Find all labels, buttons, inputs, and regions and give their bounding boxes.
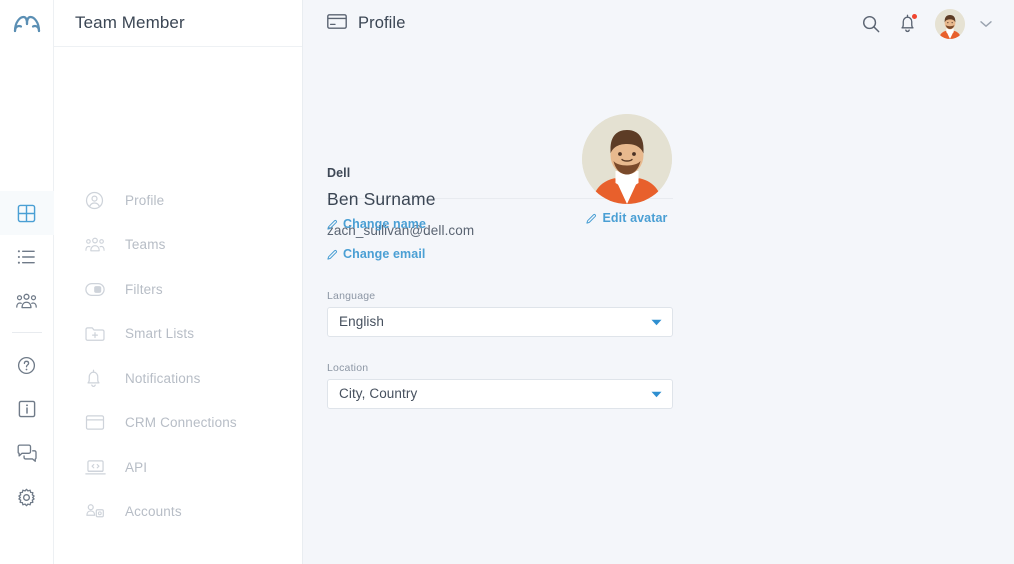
organization-name: Dell bbox=[327, 166, 351, 180]
rail-item-settings[interactable] bbox=[0, 475, 54, 519]
page-title-label: Profile bbox=[358, 14, 406, 32]
location-field: Location City, Country bbox=[327, 362, 673, 409]
sidebar-item-teams[interactable]: Teams bbox=[54, 232, 302, 258]
change-name-link[interactable]: Change name bbox=[327, 217, 426, 231]
browser-window-icon bbox=[85, 414, 109, 431]
language-field: Language English bbox=[327, 290, 673, 337]
user-avatar-large-icon bbox=[582, 114, 672, 204]
sidebar-item-api[interactable]: API bbox=[54, 454, 302, 480]
identity-section: Dell Ben Surname Change name Edit avatar bbox=[327, 68, 673, 231]
sidebar-item-filters[interactable]: Filters bbox=[54, 276, 302, 302]
app-logo-icon bbox=[13, 15, 40, 32]
app-window: Team Member Profile Teams Filters Smart … bbox=[0, 0, 1014, 564]
edit-avatar-label: Edit avatar bbox=[602, 211, 668, 225]
location-label: Location bbox=[327, 361, 369, 374]
sidebar-item-profile[interactable]: Profile bbox=[54, 187, 302, 213]
chevron-down-icon bbox=[980, 20, 992, 27]
laptop-code-icon bbox=[85, 459, 109, 476]
people-icon bbox=[85, 237, 109, 253]
topbar-actions bbox=[862, 8, 992, 39]
page-title: Profile bbox=[327, 13, 406, 34]
notification-badge-dot bbox=[912, 14, 917, 19]
sidebar-item-label: API bbox=[125, 459, 148, 475]
avatar-large-section: Edit avatar bbox=[582, 114, 672, 229]
folder-plus-icon bbox=[85, 325, 109, 342]
toggle-icon bbox=[85, 282, 109, 296]
sidebar-item-label: CRM Connections bbox=[125, 415, 237, 430]
rail-item-info[interactable] bbox=[0, 387, 54, 431]
user-avatar-large[interactable] bbox=[582, 114, 672, 204]
pencil-icon bbox=[327, 219, 338, 230]
user-full-name: Ben Surname bbox=[327, 189, 436, 209]
user-circle-icon bbox=[85, 191, 109, 210]
rail-item-teams[interactable] bbox=[0, 279, 54, 323]
sidebar-item-accounts[interactable]: Accounts bbox=[54, 499, 302, 525]
topbar: Profile bbox=[303, 0, 1014, 47]
avatar[interactable] bbox=[935, 8, 965, 39]
gear-icon bbox=[18, 488, 35, 506]
list-icon bbox=[17, 250, 35, 264]
accounts-icon bbox=[85, 503, 109, 520]
account-menu-button[interactable] bbox=[980, 20, 992, 28]
sidebar-item-label: Filters bbox=[125, 281, 163, 297]
question-circle-icon bbox=[17, 356, 36, 374]
rail-item-lists[interactable] bbox=[0, 235, 54, 279]
search-button[interactable] bbox=[862, 15, 880, 33]
sidebar-item-label: Notifications bbox=[125, 370, 201, 386]
location-select[interactable]: City, Country bbox=[327, 378, 673, 409]
language-select[interactable]: English bbox=[327, 306, 673, 337]
language-label: Language bbox=[327, 289, 376, 302]
notifications-button[interactable] bbox=[899, 14, 917, 33]
chat-bubbles-icon bbox=[17, 444, 37, 462]
sidebar-item-label: Smart Lists bbox=[125, 326, 195, 341]
pencil-icon bbox=[586, 213, 597, 224]
change-email-link[interactable]: Change email bbox=[327, 247, 425, 261]
location-value: City, Country bbox=[339, 386, 418, 401]
change-email-label: Change email bbox=[343, 247, 426, 261]
language-value: English bbox=[339, 314, 384, 329]
secondary-sidebar: Team Member Profile Teams Filters Smart … bbox=[54, 0, 303, 564]
icon-rail bbox=[0, 0, 54, 564]
sidebar-item-label: Teams bbox=[125, 237, 166, 252]
id-card-icon bbox=[327, 13, 347, 34]
sidebar-item-crm-connections[interactable]: CRM Connections bbox=[54, 410, 302, 436]
edit-avatar-link[interactable]: Edit avatar bbox=[586, 211, 667, 225]
rail-item-dashboard[interactable] bbox=[0, 191, 54, 235]
app-logo[interactable] bbox=[0, 0, 53, 47]
search-icon bbox=[862, 15, 880, 32]
rail-items bbox=[0, 191, 54, 541]
info-square-icon bbox=[18, 400, 35, 418]
sidebar-item-smart-lists[interactable]: Smart Lists bbox=[54, 321, 302, 347]
bell-icon bbox=[85, 369, 109, 388]
user-avatar-icon bbox=[935, 8, 965, 39]
sidebar-title: Team Member bbox=[75, 13, 185, 32]
profile-content: Dell Ben Surname Change name Edit avatar… bbox=[303, 47, 1014, 409]
rail-divider bbox=[11, 332, 42, 333]
people-icon bbox=[16, 293, 37, 308]
sidebar-nav: Profile Teams Filters Smart Lists Notifi… bbox=[54, 47, 302, 525]
caret-down-icon bbox=[651, 313, 662, 331]
sidebar-item-label: Accounts bbox=[125, 504, 182, 519]
caret-down-icon bbox=[651, 385, 662, 403]
change-name-label: Change name bbox=[343, 217, 427, 231]
main-area: Profile Dell Ben Surname Change name Edi… bbox=[303, 0, 1014, 564]
sidebar-item-notifications[interactable]: Notifications bbox=[54, 365, 302, 391]
rail-item-help[interactable] bbox=[0, 343, 54, 387]
pencil-icon bbox=[327, 249, 338, 260]
grid-icon bbox=[17, 204, 36, 222]
sidebar-header: Team Member bbox=[54, 0, 302, 47]
sidebar-item-label: Profile bbox=[125, 192, 165, 208]
rail-item-messages[interactable] bbox=[0, 431, 54, 475]
